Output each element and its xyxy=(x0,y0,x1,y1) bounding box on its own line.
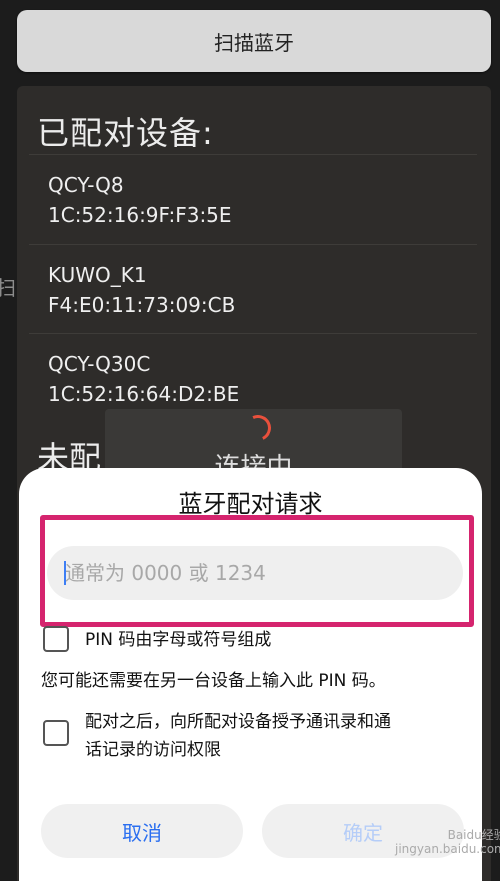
device-item[interactable]: QCY-Q30C 1C:52:16:64:D2:BE xyxy=(29,333,477,413)
loading-spinner-icon xyxy=(241,411,275,445)
permission-label-line1: 配对之后，向所配对设备授予通讯录和通 xyxy=(85,712,391,732)
dialog-title: 蓝牙配对请求 xyxy=(178,490,323,518)
paired-devices-title: 已配对设备: xyxy=(37,114,214,152)
highlight-annotation-box xyxy=(40,515,474,627)
permission-checkbox[interactable] xyxy=(43,720,69,746)
device-mac: F4:E0:11:73:09:CB xyxy=(48,293,236,317)
pin-letters-checkbox[interactable] xyxy=(43,626,69,652)
permission-option[interactable]: 配对之后，向所配对设备授予通讯录和通 话记录的访问权限 xyxy=(43,708,391,764)
permission-label-line2: 话记录的访问权限 xyxy=(85,740,221,760)
watermark-line1: Baidu经验 xyxy=(447,828,500,842)
watermark-line2: jingyan.baidu.com xyxy=(395,842,500,856)
pairing-dialog: 蓝牙配对请求 PIN 码由字母或符号组成 您可能还需要在另一台设备上输入此 PI… xyxy=(19,468,482,881)
pin-letters-label: PIN 码由字母或符号组成 xyxy=(85,630,272,650)
pin-letters-option[interactable]: PIN 码由字母或符号组成 xyxy=(43,626,271,654)
device-name: QCY-Q30C xyxy=(48,352,151,376)
permission-label: 配对之后，向所配对设备授予通讯录和通 话记录的访问权限 xyxy=(85,708,391,764)
device-item[interactable]: KUWO_K1 F4:E0:11:73:09:CB xyxy=(29,244,477,324)
device-mac: 1C:52:16:64:D2:BE xyxy=(48,382,240,406)
info-text: 您可能还需要在另一台设备上输入此 PIN 码。 xyxy=(41,671,386,691)
cancel-button[interactable]: 取消 xyxy=(41,804,243,858)
device-item[interactable]: QCY-Q8 1C:52:16:9F:F3:5E xyxy=(29,154,477,234)
device-name: QCY-Q8 xyxy=(48,173,124,197)
scan-bluetooth-button[interactable]: 扫描蓝牙 xyxy=(17,10,491,72)
watermark: Baidu经验 jingyan.baidu.com xyxy=(395,828,500,856)
device-mac: 1C:52:16:9F:F3:5E xyxy=(48,203,232,227)
background-partial-text: 扫 xyxy=(0,276,16,300)
device-name: KUWO_K1 xyxy=(48,263,147,287)
